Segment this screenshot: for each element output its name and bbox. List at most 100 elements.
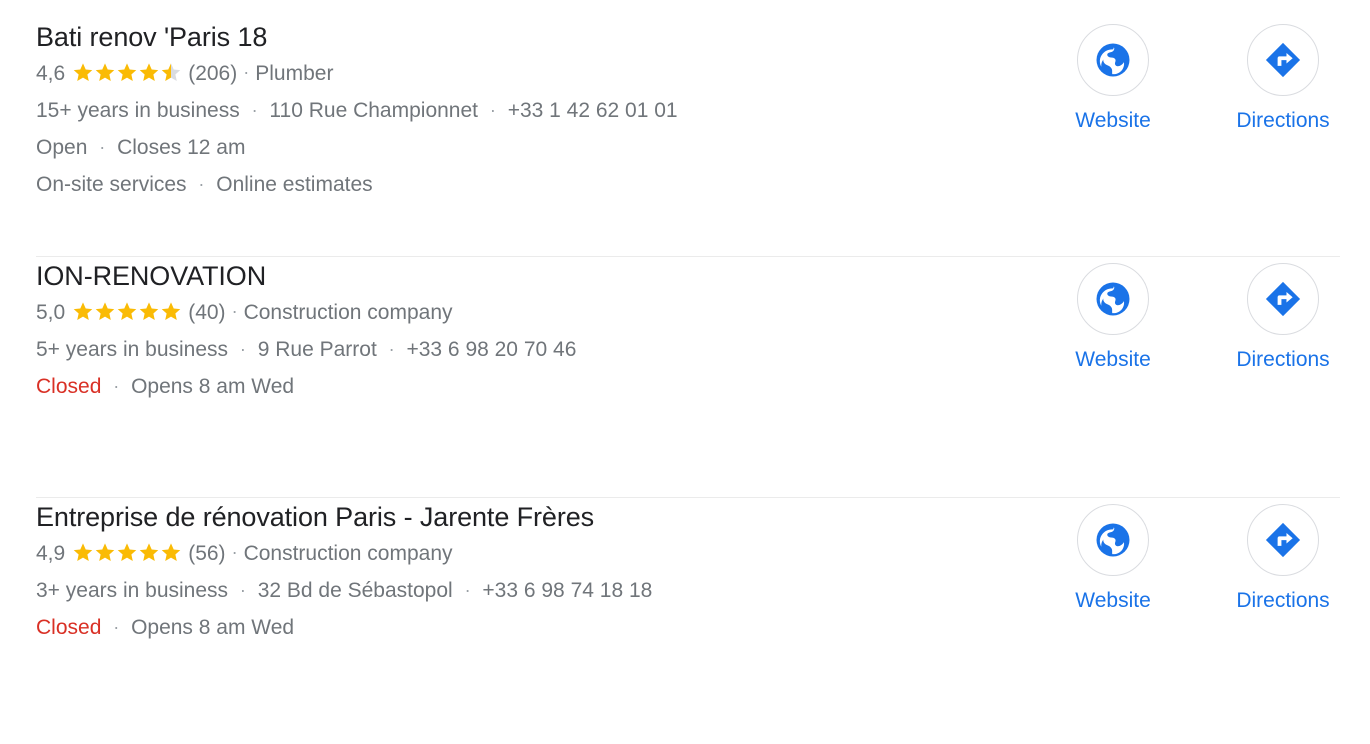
local-result-item[interactable]: Entreprise de rénovation Paris - Jarente… (0, 498, 1370, 698)
hours-text: Closes 12 am (117, 136, 246, 159)
directions-icon-circle (1247, 263, 1319, 335)
business-address: 32 Bd de Sébastopol (257, 579, 453, 602)
star-icon (94, 301, 116, 322)
star-icon (160, 301, 182, 322)
website-button[interactable]: Website (1075, 504, 1151, 614)
local-result-item[interactable]: Bati renov 'Paris 18 4,6 (206) · Plumber… (0, 18, 1370, 256)
rating-row: 4,6 (206) · Plumber (36, 57, 1076, 90)
business-info: Bati renov 'Paris 18 4,6 (206) · Plumber… (36, 18, 1076, 202)
action-buttons: Website Directions (1075, 257, 1340, 373)
separator-dot: · (243, 62, 250, 82)
separator-dot: · (113, 617, 120, 637)
globe-icon (1095, 281, 1131, 317)
star-icon (138, 62, 160, 83)
globe-icon (1095, 42, 1131, 78)
star-icon (116, 542, 138, 563)
closed-status: Closed (36, 375, 102, 398)
years-in-business: 5+ years in business (36, 338, 229, 361)
business-title[interactable]: ION-RENOVATION (36, 259, 1076, 293)
open-status: Open (36, 136, 88, 159)
business-title[interactable]: Entreprise de rénovation Paris - Jarente… (36, 500, 1076, 534)
business-title[interactable]: Bati renov 'Paris 18 (36, 20, 1076, 54)
directions-button[interactable]: Directions (1236, 263, 1330, 373)
separator-dot: · (198, 174, 205, 194)
website-label: Website (1075, 109, 1151, 132)
directions-button[interactable]: Directions (1236, 504, 1330, 614)
star-icon (116, 301, 138, 322)
star-icon (72, 62, 94, 83)
attribute-item: Online estimates (216, 173, 373, 196)
business-address: 110 Rue Championnet (269, 99, 478, 122)
local-result-item[interactable]: ION-RENOVATION 5,0 (40) · Construction c… (0, 257, 1370, 497)
rating-value: 4,6 (36, 62, 66, 85)
separator-dot: · (113, 376, 120, 396)
business-hours-row: Closed · Opens 8 am Wed (36, 370, 1076, 404)
globe-icon (1095, 522, 1131, 558)
hours-text: Opens 8 am Wed (131, 616, 295, 639)
business-phone[interactable]: +33 6 98 74 18 18 (482, 579, 652, 602)
review-count: (40) (188, 301, 226, 324)
business-details-row: 15+ years in business · 110 Rue Champion… (36, 94, 1076, 128)
directions-icon (1264, 280, 1302, 318)
separator-dot: · (239, 339, 246, 359)
review-count: (56) (188, 542, 226, 565)
action-buttons: Website Directions (1075, 18, 1340, 134)
business-hours-row: Open · Closes 12 am (36, 131, 1076, 165)
star-half-icon (160, 62, 182, 83)
years-in-business: 3+ years in business (36, 579, 229, 602)
years-in-business: 15+ years in business (36, 99, 240, 122)
business-phone[interactable]: +33 1 42 62 01 01 (508, 99, 678, 122)
review-count: (206) (188, 62, 238, 85)
business-attributes-row: On-site services · Online estimates (36, 168, 1076, 202)
rating-row: 4,9 (56) · Construction company (36, 537, 1076, 570)
rating-value: 4,9 (36, 542, 66, 565)
separator-dot: · (388, 339, 395, 359)
business-category: Construction company (243, 301, 453, 324)
star-icon (160, 542, 182, 563)
attribute-item: On-site services (36, 173, 187, 196)
rating-row: 5,0 (40) · Construction company (36, 296, 1076, 329)
directions-button[interactable]: Directions (1236, 24, 1330, 134)
business-address: 9 Rue Parrot (257, 338, 377, 361)
local-results-list: Bati renov 'Paris 18 4,6 (206) · Plumber… (0, 0, 1370, 698)
website-button[interactable]: Website (1075, 24, 1151, 134)
directions-label: Directions (1236, 589, 1330, 612)
closed-status: Closed (36, 616, 102, 639)
business-info: ION-RENOVATION 5,0 (40) · Construction c… (36, 257, 1076, 404)
website-icon-circle (1077, 263, 1149, 335)
star-icon (94, 542, 116, 563)
star-rating (72, 62, 182, 83)
star-icon (94, 62, 116, 83)
star-icon (116, 62, 138, 83)
directions-icon (1264, 521, 1302, 559)
star-icon (138, 301, 160, 322)
star-rating (72, 542, 182, 563)
separator-dot: · (99, 137, 106, 157)
star-rating (72, 301, 182, 322)
star-icon (72, 542, 94, 563)
directions-icon (1264, 41, 1302, 79)
directions-icon-circle (1247, 504, 1319, 576)
separator-dot: · (489, 100, 496, 120)
directions-label: Directions (1236, 109, 1330, 132)
separator-dot: · (464, 580, 471, 600)
website-icon-circle (1077, 24, 1149, 96)
business-category: Construction company (243, 542, 453, 565)
website-label: Website (1075, 348, 1151, 371)
directions-icon-circle (1247, 24, 1319, 96)
directions-label: Directions (1236, 348, 1330, 371)
separator-dot: · (239, 580, 246, 600)
business-phone[interactable]: +33 6 98 20 70 46 (406, 338, 576, 361)
website-icon-circle (1077, 504, 1149, 576)
business-info: Entreprise de rénovation Paris - Jarente… (36, 498, 1076, 645)
separator-dot: · (231, 542, 238, 562)
star-icon (72, 301, 94, 322)
business-category: Plumber (255, 62, 334, 85)
separator-dot: · (251, 100, 258, 120)
separator-dot: · (231, 301, 238, 321)
star-icon (138, 542, 160, 563)
action-buttons: Website Directions (1075, 498, 1340, 614)
website-button[interactable]: Website (1075, 263, 1151, 373)
rating-value: 5,0 (36, 301, 66, 324)
business-hours-row: Closed · Opens 8 am Wed (36, 611, 1076, 645)
